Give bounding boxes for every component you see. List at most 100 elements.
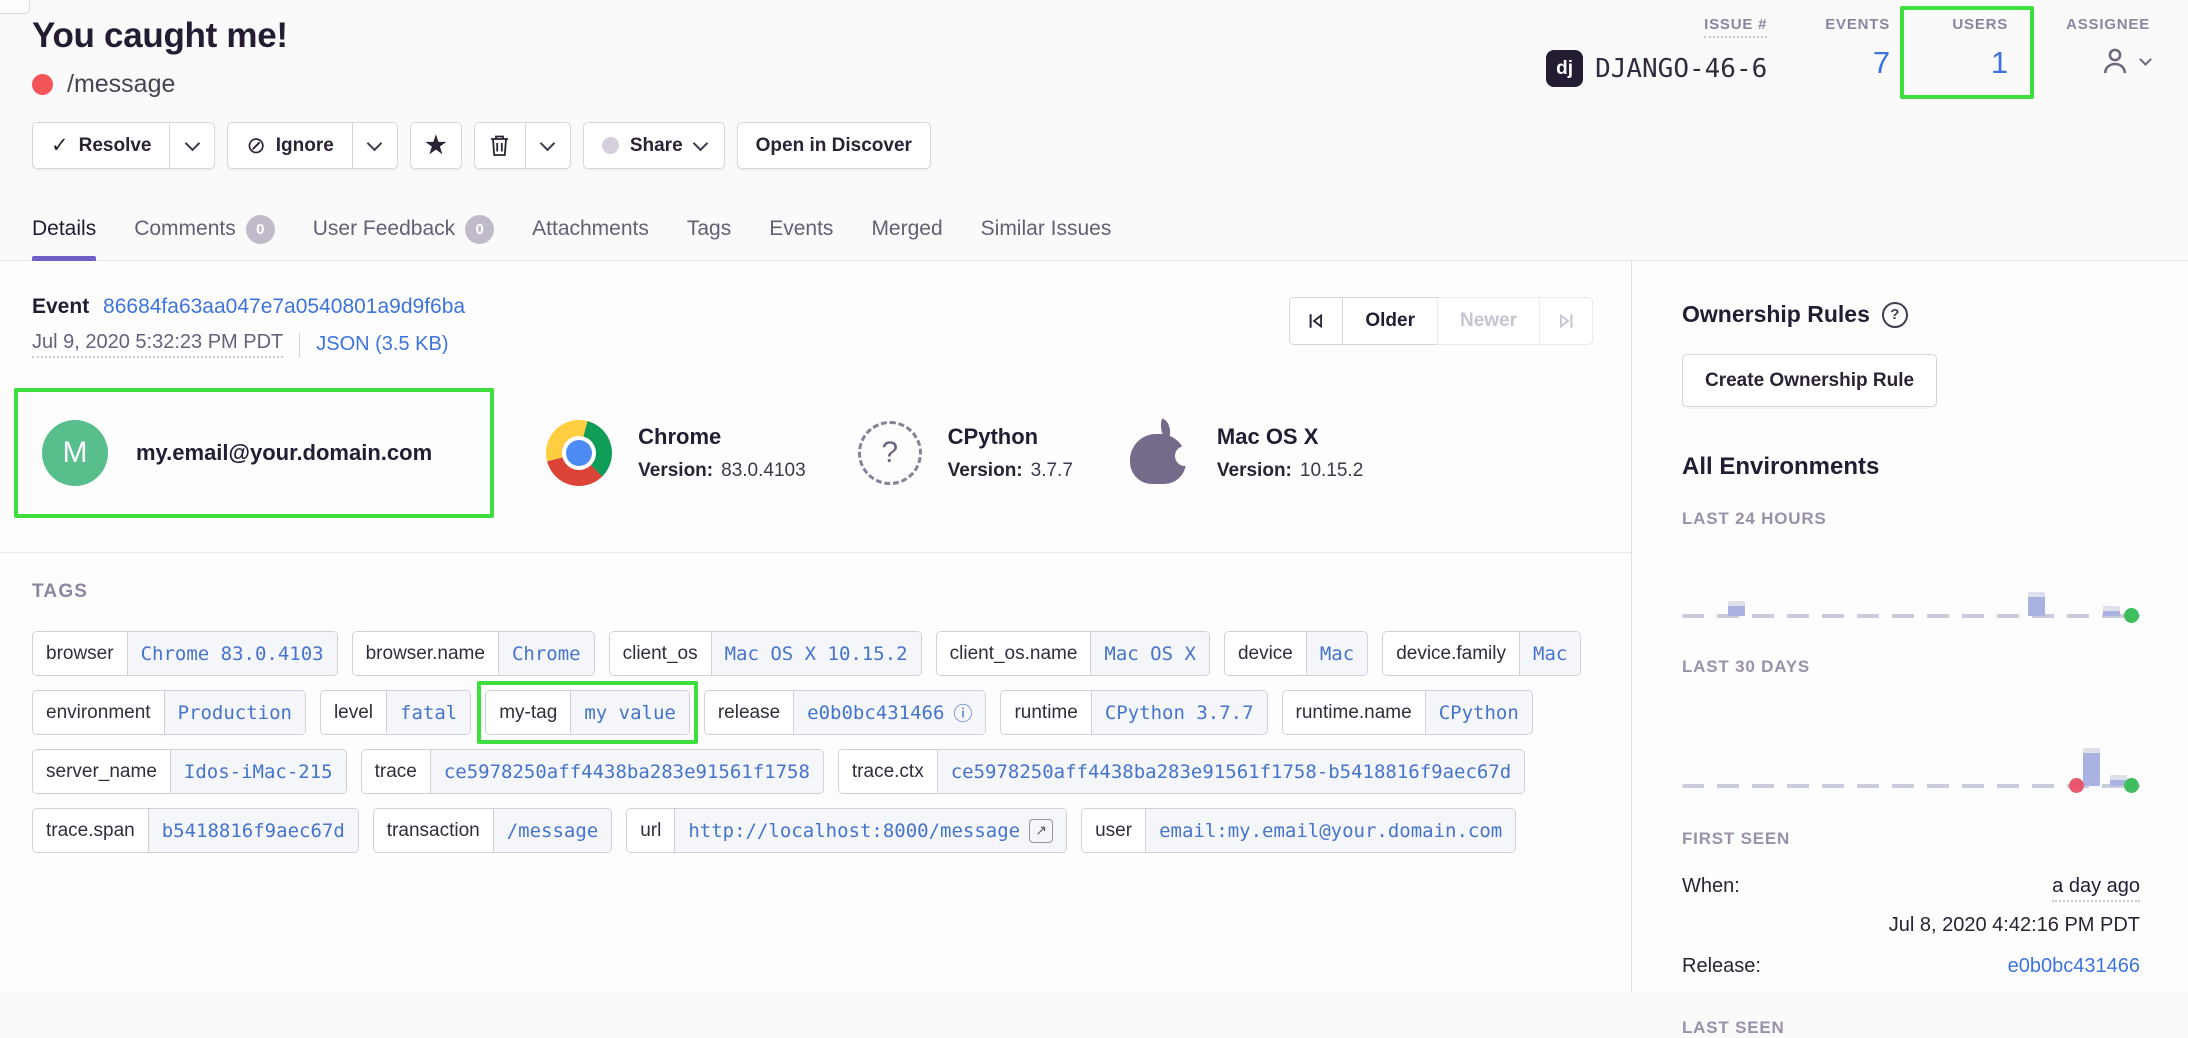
- chevron-down-icon: [185, 135, 201, 151]
- share-button[interactable]: Share: [583, 122, 725, 169]
- page-title: You caught me!: [32, 16, 288, 56]
- info-icon[interactable]: ⓘ: [953, 699, 972, 726]
- bookmark-button[interactable]: ★: [410, 122, 462, 169]
- events-stat-column: EVENTS 7: [1825, 16, 1890, 81]
- open-in-discover-button[interactable]: Open in Discover: [737, 122, 931, 169]
- event-id-link[interactable]: 86684fa63aa047e7a0540801a9d9f6ba: [103, 295, 465, 318]
- tab-details[interactable]: Details: [32, 198, 96, 260]
- tag-value-link[interactable]: email:my.email@your.domain.com: [1145, 809, 1515, 852]
- chart-bar[interactable]: [2083, 748, 2100, 786]
- tab-label: Comments: [134, 217, 236, 241]
- tag-value-text: email:my.email@your.domain.com: [1159, 820, 1502, 842]
- chart-bar[interactable]: [1728, 601, 1745, 616]
- delete-button[interactable]: [474, 122, 526, 169]
- tag-value-link[interactable]: CPython: [1425, 691, 1532, 734]
- tag-value-link[interactable]: Production: [164, 691, 305, 734]
- version-value: 10.15.2: [1300, 460, 1363, 481]
- oldest-event-button[interactable]: [1289, 297, 1343, 345]
- tag-value-link[interactable]: Mac: [1519, 632, 1580, 675]
- tag-my-tag: my-tagmy value: [485, 690, 690, 735]
- tag-value-link[interactable]: /message: [493, 809, 612, 852]
- tag-key: user: [1082, 809, 1145, 852]
- tag-value-text: http://localhost:8000/message: [688, 820, 1020, 842]
- ignore-label: Ignore: [276, 135, 334, 157]
- chevron-down-icon: [692, 135, 708, 151]
- resolve-button[interactable]: ✓ Resolve: [32, 122, 170, 169]
- release-marker-green[interactable]: [2124, 778, 2139, 793]
- tag-release: releasee0b0bc431466ⓘ: [704, 690, 987, 735]
- context-card-browser: ChromeVersion:83.0.4103: [546, 420, 806, 486]
- card-version: Version:10.15.2: [1217, 460, 1363, 482]
- tab-comments[interactable]: Comments0: [134, 198, 275, 260]
- tag-value-link[interactable]: Chrome: [498, 632, 594, 675]
- tag-value-link[interactable]: b5418816f9aec67d: [148, 809, 358, 852]
- event-date: Jul 9, 2020 5:32:23 PM PDT: [32, 331, 283, 358]
- users-count[interactable]: 1: [1991, 45, 2008, 81]
- tag-user: user email:my.email@your.domain.com: [1081, 808, 1516, 853]
- tag-value-text: Idos-iMac-215: [184, 761, 333, 783]
- ignore-button[interactable]: ⊘ Ignore: [227, 122, 352, 169]
- culprit-row: /message: [32, 70, 175, 99]
- help-icon[interactable]: ?: [1882, 302, 1908, 328]
- tab-user-feedback[interactable]: User Feedback0: [313, 198, 494, 260]
- skip-to-newest-button[interactable]: [1539, 297, 1593, 345]
- version-value: 3.7.7: [1031, 460, 1073, 481]
- assignee-selector[interactable]: [2097, 43, 2150, 79]
- tag-value-link[interactable]: ce5978250aff4438ba283e91561f1758: [430, 750, 823, 793]
- release-link[interactable]: e0b0bc431466: [2008, 955, 2140, 978]
- check-icon: ✓: [51, 133, 69, 158]
- tag-value-link[interactable]: e0b0bc431466 ⓘ: [793, 691, 985, 734]
- apple-icon-bite: [1175, 446, 1195, 466]
- create-ownership-rule-button[interactable]: Create Ownership Rule: [1682, 354, 1937, 407]
- older-event-button[interactable]: Older: [1342, 297, 1438, 345]
- tag-value-link[interactable]: http://localhost:8000/message ↗: [674, 809, 1066, 852]
- tag-value-link[interactable]: Chrome 83.0.4103: [127, 632, 337, 675]
- tag-device: deviceMac: [1224, 631, 1368, 676]
- tag-value-text: CPython 3.7.7: [1105, 702, 1254, 724]
- tag-trace-ctx: trace.ctxce5978250aff4438ba283e91561f175…: [838, 749, 1525, 794]
- tag-value-link[interactable]: CPython 3.7.7: [1091, 691, 1267, 734]
- json-download-link[interactable]: JSON (3.5 KB): [316, 333, 448, 356]
- context-card-runtime: ?CPythonVersion:3.7.7: [858, 421, 1073, 485]
- tag-key: transaction: [374, 809, 493, 852]
- tag-value-link[interactable]: my value: [570, 691, 689, 734]
- tag-runtime: runtime CPython 3.7.7: [1000, 690, 1267, 735]
- tag-value-link[interactable]: Mac OS X 10.15.2: [711, 632, 921, 675]
- tab-events[interactable]: Events: [769, 198, 833, 260]
- tag-value-link[interactable]: fatal: [386, 691, 470, 734]
- tag-value-link[interactable]: Mac: [1306, 632, 1367, 675]
- chart-bar[interactable]: [2103, 606, 2120, 616]
- chart-baseline: [1682, 614, 2140, 618]
- events-count[interactable]: 7: [1873, 45, 1890, 81]
- chart-bar[interactable]: [2028, 592, 2045, 616]
- tab-similar-issues[interactable]: Similar Issues: [981, 198, 1112, 260]
- users-stat-column: USERS 1: [1948, 16, 2008, 81]
- tag-value-text: e0b0bc431466: [807, 702, 944, 724]
- when-relative: a day ago: [2052, 875, 2140, 902]
- star-icon: ★: [425, 131, 447, 160]
- external-link-icon[interactable]: ↗: [1029, 819, 1053, 843]
- release-marker-green[interactable]: [2124, 608, 2139, 623]
- person-icon: [2097, 43, 2133, 79]
- tag-value-text: Production: [178, 702, 292, 724]
- release-marker-red[interactable]: [2069, 778, 2084, 793]
- tab-merged[interactable]: Merged: [871, 198, 942, 260]
- delete-dropdown-button[interactable]: [525, 122, 571, 169]
- tag-key: runtime: [1001, 691, 1090, 734]
- newer-event-button[interactable]: Newer: [1437, 297, 1540, 345]
- tag-trace-span: trace.spanb5418816f9aec67d: [32, 808, 359, 853]
- card-version: Version:83.0.4103: [638, 460, 806, 482]
- ignore-dropdown-button[interactable]: [352, 122, 398, 169]
- resolve-dropdown-button[interactable]: [169, 122, 215, 169]
- when-label: When:: [1682, 875, 1740, 898]
- tab-tags[interactable]: Tags: [687, 198, 731, 260]
- tag-browser: browserChrome 83.0.4103: [32, 631, 338, 676]
- tag-value-text: /message: [507, 820, 599, 842]
- tag-value-link[interactable]: Idos-iMac-215: [170, 750, 346, 793]
- issue-number-column: ISSUE # dj DJANGO-46-6: [1546, 16, 1767, 87]
- tag-value-link[interactable]: Mac OS X: [1090, 632, 1209, 675]
- tag-value-link[interactable]: ce5978250aff4438ba283e91561f1758-b541881…: [937, 750, 1525, 793]
- tab-attachments[interactable]: Attachments: [532, 198, 649, 260]
- tab-label: Details: [32, 217, 96, 241]
- tag-value-text: Mac OS X: [1104, 643, 1196, 665]
